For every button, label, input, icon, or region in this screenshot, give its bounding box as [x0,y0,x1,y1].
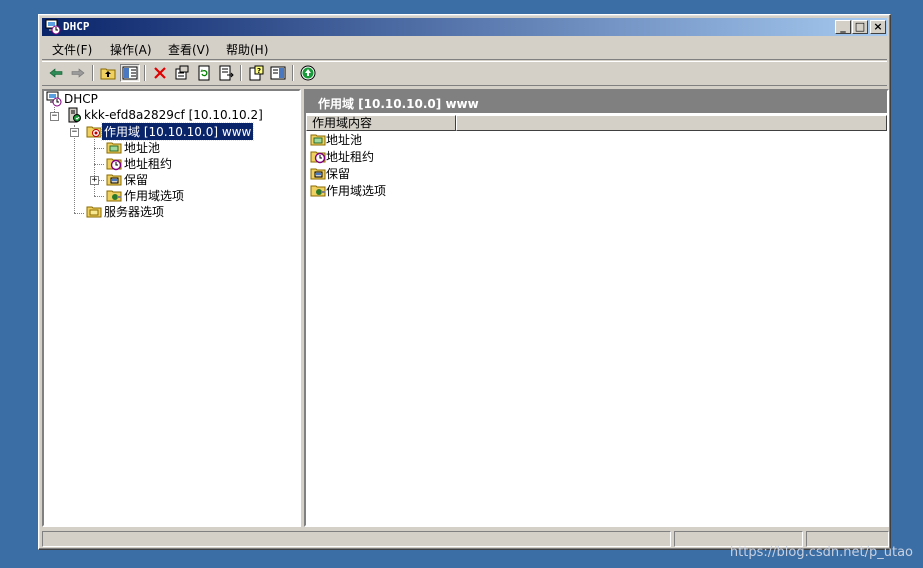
collapse-server-toggle[interactable]: − [50,112,59,121]
address-leases-icon [106,155,122,171]
address-pool-icon [310,131,326,147]
show-hide-tree-icon[interactable] [120,64,140,82]
details-pane[interactable]: 作用域 [10.10.10.0] www 作用域内容 地址池 地址租约 保留 作… [304,89,889,527]
menu-help[interactable]: 帮助(H) [226,41,268,58]
tree-node-reservations[interactable]: 保留 [106,171,150,187]
close-button[interactable]: × [870,20,886,34]
scope-folder-icon [86,123,102,139]
menu-view[interactable]: 查看(V) [168,41,210,58]
collapse-scope-toggle[interactable]: − [70,128,79,137]
title-bar[interactable]: DHCP _ □ × [42,18,887,36]
server-options-icon [86,203,102,219]
refresh-icon[interactable] [194,64,214,82]
tree-node-dhcp[interactable]: DHCP [46,91,100,107]
tree-node-server-options[interactable]: 服务器选项 [86,203,166,219]
tree-node-scope[interactable]: 作用域 [10.10.10.0] www [86,121,255,141]
details-header-title: 作用域 [10.10.10.0] www [318,97,479,111]
forward-icon[interactable] [68,64,88,82]
maximize-button[interactable]: □ [852,20,868,34]
tree-line [94,164,104,165]
tree-node-label: 保留 [124,172,149,187]
tree-node-label: 作用域选项 [124,188,185,203]
window-title: DHCP [63,20,90,33]
scope-options-icon [106,187,122,203]
tree-line [74,125,75,213]
reservations-icon [310,165,326,181]
list-item[interactable]: 保留 [310,165,350,181]
export-list-icon[interactable] [216,64,236,82]
tree-line [99,180,104,181]
address-leases-icon [310,148,326,164]
tree-line [94,148,104,149]
tree-node-label: 作用域 [10.10.10.0] www [100,121,255,141]
watermark-text: https://blog.csdn.net/p_utao [729,545,913,560]
tree-node-address-leases[interactable]: 地址租约 [106,155,174,171]
tree-pane[interactable]: DHCP − kkk-efd8a2829cf [10.10.10.2] − 作用… [42,89,301,527]
status-panel-main [42,531,671,547]
back-icon[interactable] [46,64,66,82]
reservations-icon [106,171,122,187]
list-item-label: 地址租约 [326,149,375,164]
expand-reservations-toggle[interactable]: + [90,176,99,185]
tree-node-scope-options[interactable]: 作用域选项 [106,187,186,203]
tree-node-address-pool[interactable]: 地址池 [106,139,162,155]
dhcp-window: DHCP _ □ × 文件(F) 操作(A) 查看(V) 帮助(H) ? DHC… [38,14,891,550]
properties-icon[interactable] [172,64,192,82]
delete-icon[interactable] [150,64,170,82]
list-item[interactable]: 地址租约 [310,148,374,164]
tree-line [94,196,104,197]
up-folder-icon[interactable] [98,64,118,82]
list-item[interactable]: 作用域选项 [310,182,386,198]
dhcp-root-icon [46,91,62,107]
column-header-empty[interactable] [456,115,887,131]
list-item-label: 地址池 [326,132,363,147]
toolbar-separator [144,65,146,81]
toolbar: ? [42,61,887,86]
list-item[interactable]: 地址池 [310,131,362,147]
tree-node-label: 地址池 [124,140,161,155]
tree-node-label: 地址租约 [124,156,173,171]
toolbar-separator [240,65,242,81]
show-hide-action-pane-icon[interactable] [268,64,288,82]
menu-bar: 文件(F) 操作(A) 查看(V) 帮助(H) [42,38,887,60]
toolbar-separator [292,65,294,81]
details-header: 作用域 [10.10.10.0] www [306,91,887,113]
tree-node-label: 服务器选项 [104,204,165,219]
tree-node-label: kkk-efd8a2829cf [10.10.10.2] [84,108,263,122]
tree-node-server[interactable]: kkk-efd8a2829cf [10.10.10.2] [66,107,265,123]
scope-options-icon [310,182,326,198]
tree-node-label: DHCP [64,92,98,106]
menu-action[interactable]: 操作(A) [110,41,152,58]
menu-file[interactable]: 文件(F) [52,41,92,58]
toolbar-separator [92,65,94,81]
dhcp-app-icon [45,19,61,35]
tree-line [74,213,84,214]
list-item-label: 作用域选项 [326,183,387,198]
activate-icon[interactable] [298,64,318,82]
address-pool-icon [106,139,122,155]
column-header-scope-contents[interactable]: 作用域内容 [306,115,456,131]
svg-text:?: ? [257,67,261,75]
server-icon [66,107,82,123]
minimize-button[interactable]: _ [835,20,851,34]
help-icon[interactable]: ? [246,64,266,82]
list-item-label: 保留 [326,166,351,181]
